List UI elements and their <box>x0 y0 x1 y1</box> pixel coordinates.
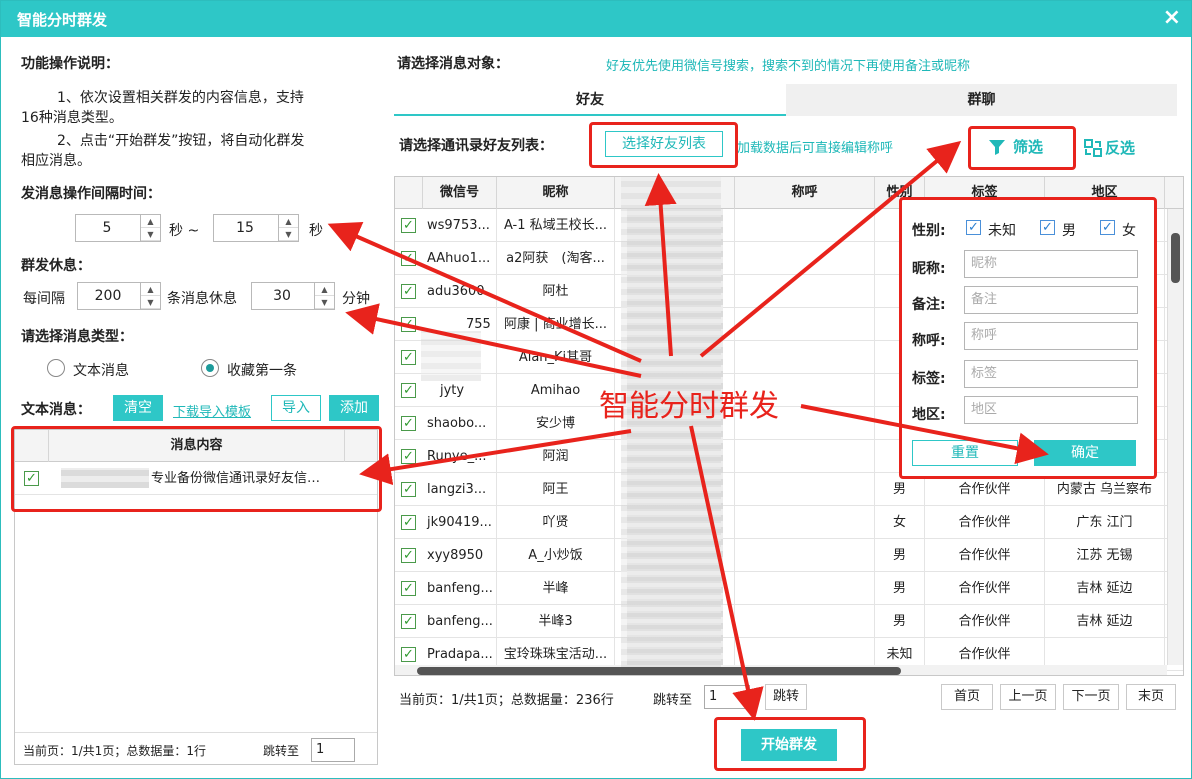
annotation-arrows <box>327 140 1049 721</box>
annotation-center-text: 智能分时群发 <box>599 389 779 424</box>
main-window: 智能分时群发 × 功能操作说明： 1、依次设置相关群发的内容信息，支持 16种消… <box>0 0 1192 779</box>
